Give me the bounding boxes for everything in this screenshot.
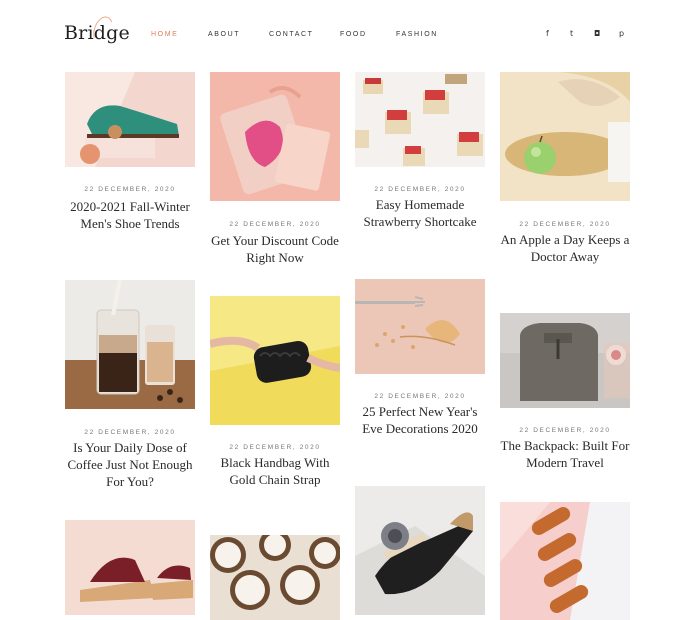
post-title[interactable]: The Backpack: Built For Modern Travel: [500, 437, 630, 471]
post-image-discount[interactable]: [210, 72, 340, 201]
nav-item-contact[interactable]: CONTACT: [269, 31, 314, 38]
post-title[interactable]: Is Your Daily Dose of Coffee Just Not En…: [65, 439, 195, 490]
post-image-eclairs[interactable]: [500, 502, 630, 620]
nav-item-home[interactable]: HOME: [151, 31, 178, 38]
twitter-icon[interactable]: t: [570, 29, 573, 38]
post-image-decorations[interactable]: [355, 279, 485, 374]
post-date: 22 DECEMBER, 2020: [519, 427, 611, 434]
post-title[interactable]: Easy Homemade Strawberry Shortcake: [355, 196, 485, 230]
nav-item-about[interactable]: ABOUT: [208, 31, 240, 38]
post-image-apple[interactable]: [500, 72, 630, 201]
post-date: 22 DECEMBER, 2020: [374, 186, 466, 193]
post-title[interactable]: An Apple a Day Keeps a Doctor Away: [500, 231, 630, 265]
nav-item-fashion[interactable]: FASHION: [396, 31, 438, 38]
site-logo[interactable]: Bridge: [64, 13, 130, 47]
pinterest-icon[interactable]: p: [619, 29, 624, 38]
post-image-slipper-shoe[interactable]: [355, 486, 485, 615]
facebook-icon[interactable]: f: [546, 29, 549, 38]
post-title[interactable]: 2020-2021 Fall-Winter Men's Shoe Trends: [65, 198, 195, 232]
post-title[interactable]: Get Your Discount Code Right Now: [210, 232, 340, 266]
post-image-sandals[interactable]: [65, 520, 195, 615]
post-image-coffee[interactable]: [65, 280, 195, 409]
post-date: 22 DECEMBER, 2020: [84, 429, 176, 436]
post-date: 22 DECEMBER, 2020: [519, 221, 611, 228]
post-title[interactable]: 25 Perfect New Year's Eve Decorations 20…: [355, 403, 485, 437]
post-image-backpack[interactable]: [500, 313, 630, 408]
post-date: 22 DECEMBER, 2020: [229, 221, 321, 228]
post-image-strawberry-shortcake[interactable]: [355, 72, 485, 167]
post-image-shoe[interactable]: [65, 72, 195, 167]
post-image-coconuts[interactable]: [210, 535, 340, 620]
post-date: 22 DECEMBER, 2020: [229, 444, 321, 451]
post-date: 22 DECEMBER, 2020: [374, 393, 466, 400]
post-date: 22 DECEMBER, 2020: [84, 186, 176, 193]
post-title[interactable]: Black Handbag With Gold Chain Strap: [210, 454, 340, 488]
post-image-handbag[interactable]: [210, 296, 340, 425]
instagram-icon[interactable]: ◘: [594, 29, 600, 38]
nav-item-food[interactable]: FOOD: [340, 31, 367, 38]
